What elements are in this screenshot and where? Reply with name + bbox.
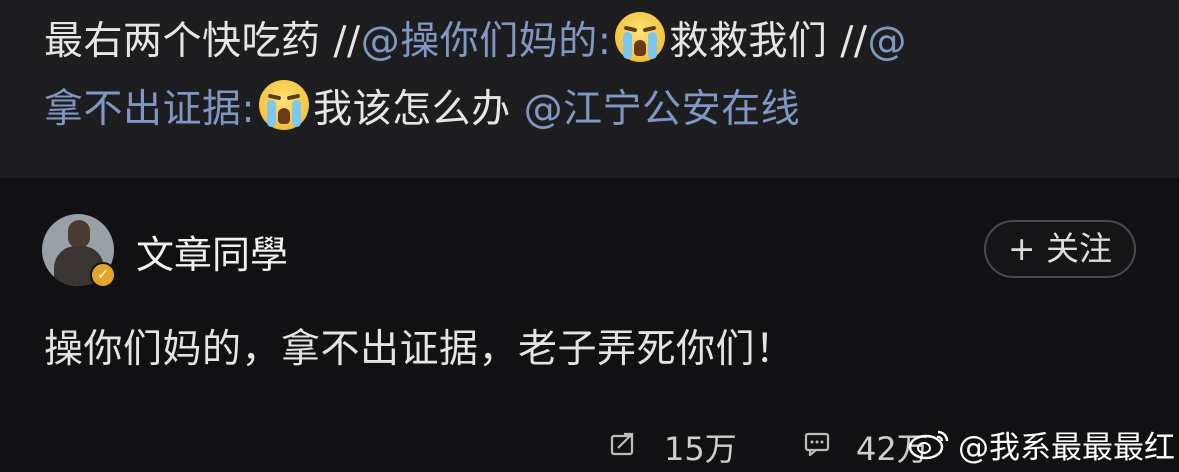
follow-button[interactable]: + 关注 xyxy=(984,220,1136,278)
colon-2: : xyxy=(241,87,256,132)
crying-face-icon xyxy=(259,80,310,130)
colon-1: : xyxy=(597,19,612,64)
crying-face-icon xyxy=(615,12,666,62)
repost-chain-section: 最右两个快吃药 //@操你们妈的: 救救我们 //@ 拿不出证据: 我该怎么办 @江宁… xyxy=(0,0,1179,178)
mention-link-2-at[interactable]: @ xyxy=(868,19,908,64)
avatar-head xyxy=(68,220,90,248)
repost-icon[interactable] xyxy=(610,432,636,456)
comment-icon[interactable] xyxy=(804,432,830,456)
verified-badge-icon: ✓ xyxy=(90,262,116,288)
repost-text-part-1: 最右两个快吃药 // xyxy=(44,19,361,64)
post-username[interactable]: 文章同學 xyxy=(136,224,288,279)
mention-link-3[interactable]: @江宁公安在线 xyxy=(524,87,801,132)
watermark-text: @我系最最最红 xyxy=(958,430,1175,466)
repost-chain-text: 最右两个快吃药 //@操你们妈的: 救救我们 //@ 拿不出证据: 我该怎么办 @江宁… xyxy=(44,8,1154,144)
repost-text-part-3: 我该怎么办 xyxy=(313,87,524,132)
post-content: 操你们妈的，拿不出证据，老子弄死你们！ xyxy=(44,327,795,372)
repost-count[interactable]: 15万 xyxy=(664,424,737,470)
mention-link-2[interactable]: 拿不出证据 xyxy=(44,87,242,132)
repost-text-part-2: 救救我们 // xyxy=(669,19,868,64)
mention-link-1[interactable]: @操你们妈的 xyxy=(361,19,598,64)
weibo-logo-icon xyxy=(908,430,949,460)
